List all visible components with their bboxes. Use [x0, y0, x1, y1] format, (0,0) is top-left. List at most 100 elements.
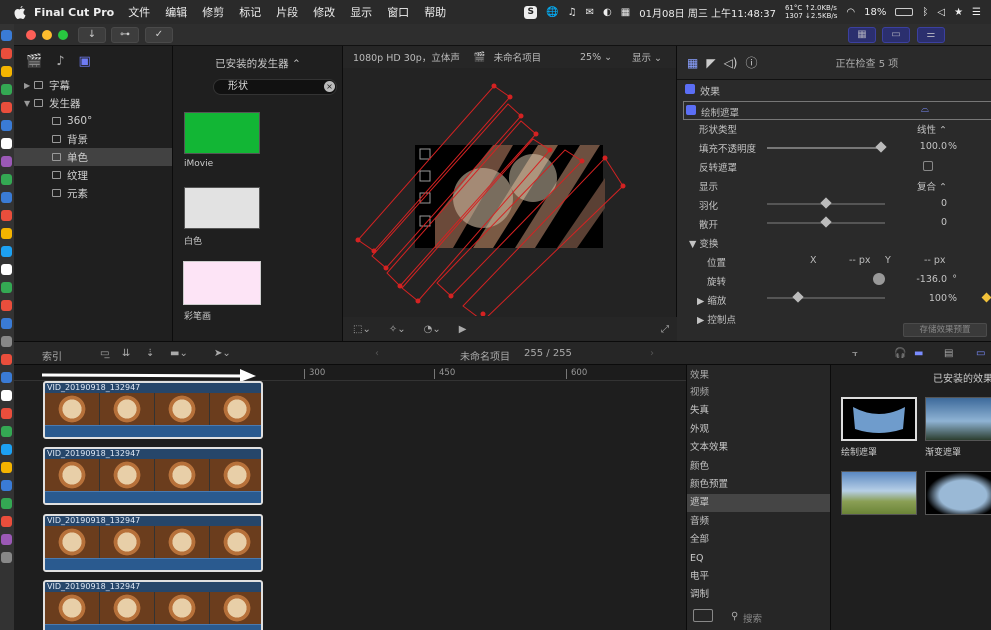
video-inspector-icon[interactable]: ▦ [687, 56, 698, 70]
speed-tool-icon[interactable]: ◔⌄ [424, 324, 441, 335]
generator-thumb-imovie[interactable] [184, 112, 260, 154]
rotation-dial[interactable] [873, 273, 885, 285]
display-dropdown[interactable]: 显示 ⌄ [632, 50, 662, 64]
dock-app-icon[interactable] [1, 336, 12, 347]
clear-search-icon[interactable]: × [324, 81, 335, 92]
opacity-slider-track[interactable] [767, 147, 885, 149]
dock-app-icon[interactable] [1, 408, 12, 419]
effect-thumb-landscape[interactable] [841, 471, 917, 515]
sidebar-item[interactable]: ▶ 字幕 [14, 76, 172, 94]
param-value[interactable]: 0 [941, 217, 947, 228]
mask-shape-icon[interactable]: ⌓ [921, 104, 929, 115]
effects-category[interactable]: 失真 [687, 402, 831, 420]
sidebar-item[interactable]: 360° [14, 112, 172, 130]
import-button[interactable]: ↓ [78, 27, 106, 43]
dock-app-icon[interactable] [1, 192, 12, 203]
show-inspector-button[interactable]: ⚌ [917, 27, 945, 43]
star-icon[interactable]: ★ [954, 7, 963, 18]
effects-category[interactable]: 全部 [687, 531, 831, 549]
search-input[interactable]: 形状 [213, 79, 337, 95]
effects-category[interactable]: 颜色预置 [687, 476, 831, 494]
dock-app-icon[interactable] [1, 174, 12, 185]
menu-modify[interactable]: 修改 [313, 4, 335, 20]
zoom-dropdown[interactable]: 25% ⌄ [580, 52, 612, 63]
play-icon[interactable]: ▶ [459, 324, 467, 335]
dock-app-icon[interactable] [1, 516, 12, 527]
dock-app-icon[interactable] [1, 354, 12, 365]
zoom-window-button[interactable] [58, 30, 68, 40]
fullscreen-icon[interactable]: ⤢ [661, 324, 669, 335]
dock-app-icon[interactable] [1, 282, 12, 293]
append-clip-icon[interactable]: ⇣ [146, 348, 154, 359]
battery-percent[interactable]: 18% [864, 7, 886, 18]
menu-view[interactable]: 显示 [350, 4, 372, 20]
calendar-icon[interactable]: ▦ [621, 7, 630, 18]
position-y-value[interactable]: -- px [924, 255, 946, 266]
generators-title[interactable]: 已安装的发生器 ⌃ [173, 56, 343, 71]
dock-app-icon[interactable] [1, 300, 12, 311]
globe-icon[interactable]: 🌐 [546, 7, 558, 18]
timeline[interactable]: 300 450 600 VID_20190918_132947 VID_2019… [14, 365, 686, 630]
menu-mark[interactable]: 标记 [239, 4, 261, 20]
effect-thumb-gradient-mask[interactable] [925, 397, 991, 441]
audio-inspector-icon[interactable]: ◁) [724, 56, 738, 70]
dock-app-icon[interactable] [1, 372, 12, 383]
effects-category[interactable]: 外观 [687, 421, 831, 439]
effects-category[interactable]: 颜色 [687, 458, 831, 476]
disclosure-triangle-icon[interactable]: ▼ [24, 99, 34, 108]
wifi-icon[interactable]: ◠ [846, 7, 855, 18]
dock-app-icon[interactable] [1, 498, 12, 509]
keywords-button[interactable]: ⊶ [111, 27, 139, 43]
effect-thumb-vignette[interactable] [925, 471, 991, 515]
dock-app-icon[interactable] [1, 246, 12, 257]
index-button[interactable]: 索引 [42, 348, 62, 363]
position-x-value[interactable]: -- px [849, 255, 871, 266]
apple-icon[interactable] [12, 5, 28, 19]
menu-help[interactable]: 帮助 [424, 4, 446, 20]
dock-app-icon[interactable] [1, 318, 12, 329]
dock-app-icon[interactable] [1, 480, 12, 491]
dock-app-icon[interactable] [1, 552, 12, 563]
mute-icon[interactable]: ◁ [937, 7, 945, 18]
menu-file[interactable]: 文件 [128, 4, 150, 20]
dock-app-icon[interactable] [1, 210, 12, 221]
skimming-icon[interactable]: ⫟ [852, 348, 858, 359]
sidebar-toggle-button[interactable] [693, 609, 713, 622]
menu-clip[interactable]: 片段 [276, 4, 298, 20]
sync-icon[interactable]: ◐ [603, 7, 612, 18]
param-value[interactable]: 复合 ⌃ [917, 179, 947, 193]
message-icon[interactable]: ✉ [586, 7, 594, 18]
timeline-clip[interactable]: VID_20190918_132947 [43, 447, 263, 505]
titles-generators-icon[interactable]: ▣ [78, 54, 90, 69]
dock-app-icon[interactable] [1, 138, 12, 149]
snapping-icon[interactable]: ▤ [944, 348, 953, 359]
bluetooth-icon[interactable]: ᛒ [922, 7, 928, 18]
app-name-menu[interactable]: Final Cut Pro [34, 6, 114, 19]
clock-text[interactable]: 01月08日 周三 上午11:48:37 [639, 5, 776, 20]
timeline-clip[interactable]: VID_20190918_132947 [43, 514, 263, 572]
generator-thumb-white[interactable] [184, 187, 260, 229]
save-effects-preset-button[interactable]: 存储效果预置 [903, 323, 987, 337]
effects-category[interactable]: 遮罩 [687, 494, 831, 513]
timeline-clip[interactable]: VID_20190918_132947 [43, 580, 263, 630]
network-stats[interactable]: 61°C ↑2.0KB/s 1307 ↓2.5KB/s [785, 4, 837, 20]
draw-mask-checkbox[interactable] [686, 105, 696, 115]
connect-clip-icon[interactable]: ▭̲ [100, 348, 109, 359]
info-inspector-icon[interactable]: ⓘ [746, 54, 758, 71]
select-tool-icon[interactable]: ➤⌄ [214, 348, 231, 359]
effects-category[interactable]: 音频 [687, 513, 831, 531]
insert-clip-icon[interactable]: ⇊ [122, 348, 130, 359]
dock-app-icon[interactable] [1, 264, 12, 275]
dock-app-icon[interactable] [1, 444, 12, 455]
sidebar-item[interactable]: 背景 [14, 130, 172, 148]
param-value[interactable]: 100.0 [920, 141, 947, 152]
sidebar-item[interactable]: 纹理 [14, 166, 172, 184]
clapper-icon[interactable]: 🎬 [26, 54, 42, 69]
effects-category[interactable]: 电平 [687, 568, 831, 586]
timeline-back-icon[interactable]: ‹ [375, 348, 379, 359]
timeline-forward-icon[interactable]: › [650, 348, 654, 359]
invert-mask-checkbox[interactable] [923, 161, 933, 171]
generator-thumb-pastel[interactable] [183, 261, 261, 305]
menu-window[interactable]: 窗口 [387, 4, 409, 20]
overwrite-clip-icon[interactable]: ▬⌄ [170, 348, 188, 359]
